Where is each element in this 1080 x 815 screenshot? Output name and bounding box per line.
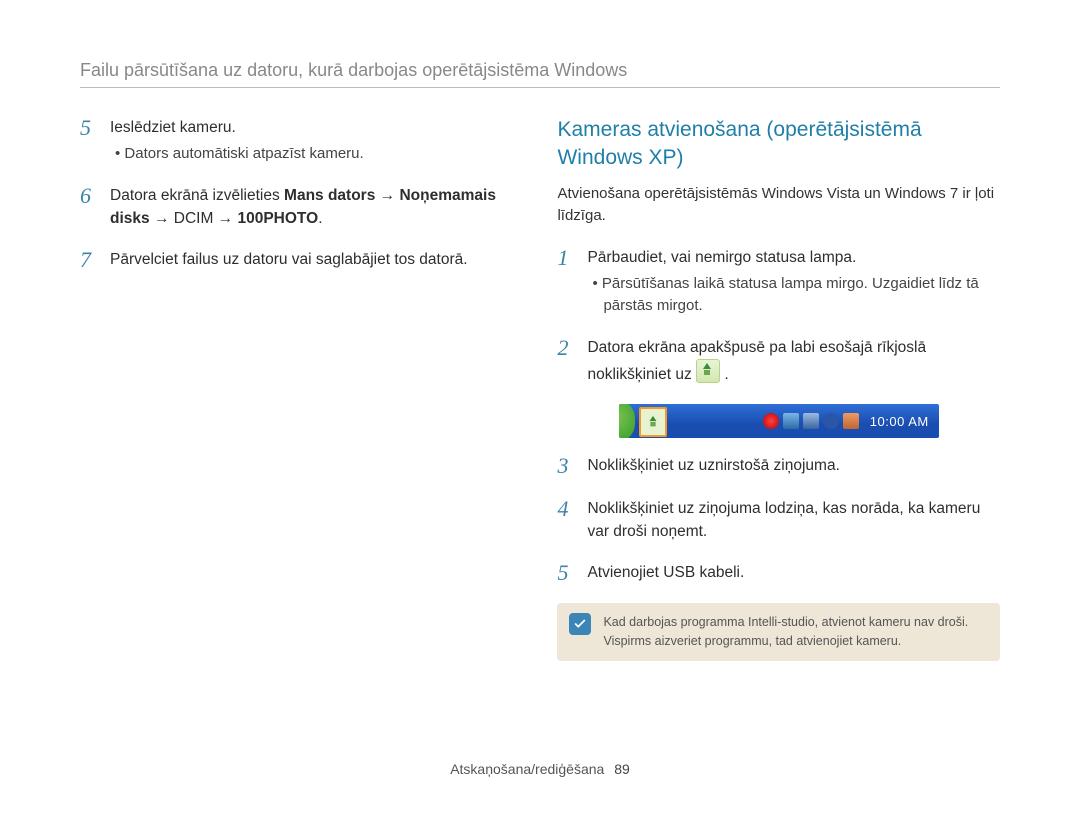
left-step-5: 5 Ieslēdziet kameru. Dators automātiski … [80,116,501,166]
step-body: Pārbaudiet, vai nemirgo statusa lampa. P… [587,246,1000,318]
taskbar-image: 10:00 AM [557,404,1000,438]
step-text: Ieslēdziet kameru. [110,119,236,136]
left-step-6: 6 Datora ekrānā izvēlieties Mans dators … [80,184,501,231]
note-icon [569,613,591,635]
tray-network-icon [783,413,799,429]
page: Failu pārsūtīšana uz datoru, kurā darboj… [0,0,1080,815]
arrow: → DCIM → [150,210,238,227]
safely-remove-icon [696,359,720,383]
arrow: → [375,187,399,204]
step-number: 6 [80,184,96,208]
step-body: Pārvelciet failus uz datoru vai saglabāj… [110,248,501,271]
step-number: 5 [80,116,96,140]
left-column: 5 Ieslēdziet kameru. Dators automātiski … [80,116,501,661]
step-number: 5 [557,561,573,585]
step6-suffix: . [318,210,322,227]
step2-prefix: Datora ekrāna apakšpusē pa labi esošajā … [587,339,926,383]
step-sub: Pārsūtīšanas laikā statusa lampa mirgo. … [587,273,1000,318]
tray-monitor-icon [803,413,819,429]
tray-misc-icon [843,413,859,429]
taskbar: 10:00 AM [619,404,939,438]
right-step-5: 5 Atvienojiet USB kabeli. [557,561,1000,585]
right-step-4: 4 Noklikšķiniet uz ziņojuma lodziņa, kas… [557,497,1000,544]
step2-suffix: . [724,366,728,383]
step-text: Atvienojiet USB kabeli. [587,561,1000,584]
step-text: Pārbaudiet, vai nemirgo statusa lampa. [587,249,856,266]
step-sub: Dators automātiski atpazīst kameru. [110,143,501,166]
step6-bold1: Mans dators [284,187,375,204]
step-number: 2 [557,336,573,360]
system-tray: 10:00 AM [745,413,939,429]
step-number: 4 [557,497,573,521]
safely-remove-tray-highlight [639,407,667,437]
columns: 5 Ieslēdziet kameru. Dators automātiski … [80,116,1000,661]
step6-bold3: 100PHOTO [237,210,318,227]
tray-shield-icon [763,413,779,429]
header-divider [80,87,1000,88]
tray-volume-icon [823,413,839,429]
step-number: 1 [557,246,573,270]
page-number: 89 [614,761,630,777]
step-text: Noklikšķiniet uz uznirstošā ziņojuma. [587,454,1000,477]
step-text: Pārvelciet failus uz datoru vai saglabāj… [110,251,468,268]
footer: Atskaņošana/rediģēšana 89 [0,761,1080,777]
right-step-2: 2 Datora ekrāna apakšpusē pa labi esošaj… [557,336,1000,387]
left-step-7: 7 Pārvelciet failus uz datoru vai saglab… [80,248,501,272]
start-button [619,404,635,438]
step-number: 3 [557,454,573,478]
right-column: Kameras atvienošana (operētājsistēmā Win… [557,116,1000,661]
step-body: Datora ekrāna apakšpusē pa labi esošajā … [587,336,1000,387]
step6-prefix: Datora ekrānā izvēlieties [110,187,284,204]
right-step-3: 3 Noklikšķiniet uz uznirstošā ziņojuma. [557,454,1000,478]
step-body: Ieslēdziet kameru. Dators automātiski at… [110,116,501,166]
taskbar-clock: 10:00 AM [870,414,929,429]
right-step-1: 1 Pārbaudiet, vai nemirgo statusa lampa.… [557,246,1000,318]
footer-section: Atskaņošana/rediģēšana [450,761,604,777]
step-text: Noklikšķiniet uz ziņojuma lodziņa, kas n… [587,497,1000,544]
step-body: Datora ekrānā izvēlieties Mans dators → … [110,184,501,231]
section-subtitle: Atvienošana operētājsistēmās Windows Vis… [557,183,1000,228]
tray-icons [745,413,865,429]
note-text: Kad darbojas programma Intelli-studio, a… [603,613,988,651]
note-box: Kad darbojas programma Intelli-studio, a… [557,603,1000,661]
section-title: Kameras atvienošana (operētājsistēmā Win… [557,116,1000,173]
step-number: 7 [80,248,96,272]
page-header: Failu pārsūtīšana uz datoru, kurā darboj… [80,60,1000,81]
